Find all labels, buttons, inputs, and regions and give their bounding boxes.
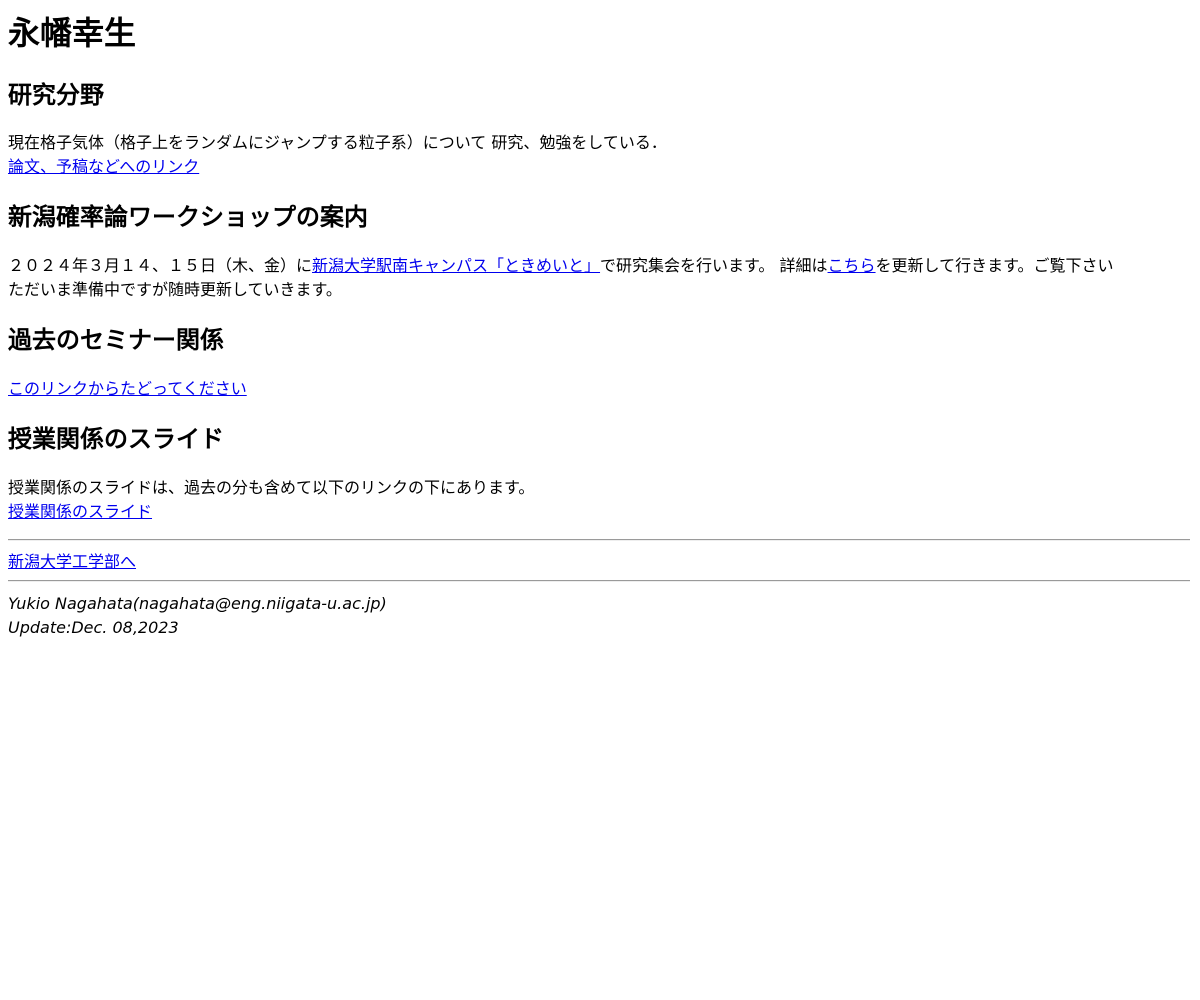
slides-link[interactable]: 授業関係のスライド [8,502,152,521]
footer-address: Yukio Nagahata(nagahata@eng.niigata-u.ac… [8,592,387,640]
faculty-link-line: 新潟大学工学部へ [8,550,136,574]
research-description: 現在格子気体（格子上をランダムにジャンプする粒子系）について 研究、勉強をしてい… [8,133,667,152]
workshop-note: ただいま準備中ですが随時更新していきます。 [8,280,342,299]
seminar-link-line: このリンクからたどってください [8,377,247,401]
divider-bottom [8,580,1190,582]
papers-link[interactable]: 論文、予稿などへのリンク [8,157,199,176]
divider-top [8,539,1190,541]
workshop-middle-text: で研究集会を行います。 詳細は [600,256,828,275]
workshop-details-link[interactable]: こちら [828,256,876,275]
workshop-after-text: を更新して行きます。ご覧下さい [875,256,1114,275]
papers-link-line: 論文、予稿などへのリンク [8,155,199,179]
update-date: Update:Dec. 08,2023 [8,618,179,637]
contact-info: Yukio Nagahata(nagahata@eng.niigata-u.ac… [8,594,387,613]
page-title: 永幡幸生 [8,14,137,52]
venue-link[interactable]: 新潟大学駅南キャンパス「ときめいと」 [312,256,600,275]
workshop-date-text: ２０２４年３月１４、１５日（木、金）に [8,256,313,275]
page: 永幡幸生 研究分野 現在格子気体（格子上をランダムにジャンプする粒子系）について… [0,0,1200,1000]
seminar-link[interactable]: このリンクからたどってください [8,379,247,398]
seminar-heading: 過去のセミナー関係 [8,326,224,354]
lectures-description: 授業関係のスライドは、過去の分も含めて以下のリンクの下にあります。 [8,478,535,497]
workshop-heading: 新潟確率論ワークショップの案内 [8,203,368,231]
faculty-link[interactable]: 新潟大学工学部へ [8,552,136,571]
workshop-announcement: ２０２４年３月１４、１５日（木、金）に新潟大学駅南キャンパス「ときめいと」で研究… [8,254,1113,278]
research-heading: 研究分野 [8,81,104,109]
lectures-heading: 授業関係のスライド [8,425,224,453]
slides-link-line: 授業関係のスライド [8,500,152,524]
